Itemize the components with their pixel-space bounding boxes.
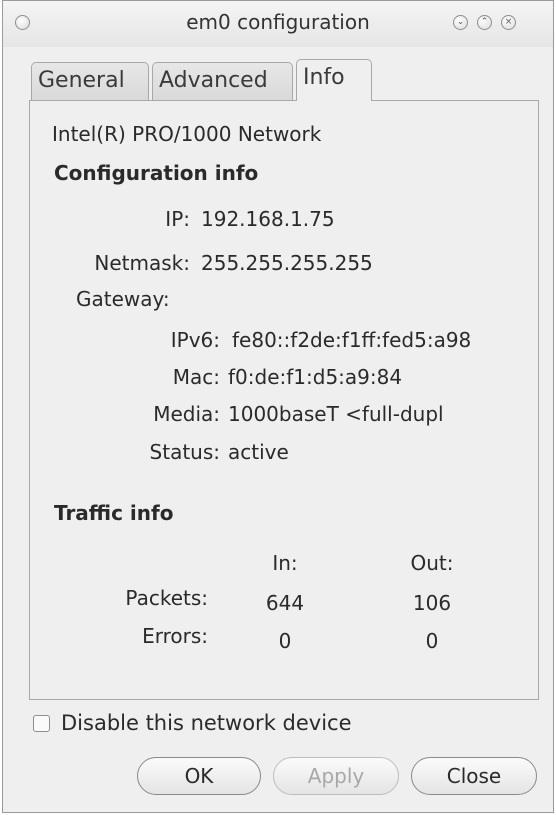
window-title: em0 configuration — [186, 10, 370, 34]
ip-label: IP: — [165, 207, 190, 231]
media-value: 1000baseT <full-dupl — [228, 402, 444, 426]
mac-label: Mac: — [172, 365, 220, 389]
info-panel: Intel(R) PRO/1000 Network Configuration … — [29, 100, 539, 700]
packets-label: Packets: — [125, 586, 208, 610]
close-button[interactable]: Close — [411, 757, 537, 795]
ip-value: 192.168.1.75 — [201, 207, 335, 231]
status-label: Status: — [149, 440, 220, 464]
disable-device-label[interactable]: Disable this network device — [61, 711, 352, 735]
errors-out-value: 0 — [425, 629, 439, 653]
apply-button[interactable]: Apply — [273, 757, 399, 795]
tab-general[interactable]: General — [31, 62, 149, 100]
in-column-header: In: — [272, 551, 298, 575]
errors-in-value: 0 — [278, 629, 292, 653]
status-value: active — [228, 440, 289, 464]
media-label: Media: — [153, 402, 220, 426]
ipv6-value: fe80::f2de:f1ff:fed5:a98 — [232, 328, 472, 352]
traffic-info-heading: Traffic info — [54, 501, 174, 525]
out-column-header: Out: — [410, 551, 454, 575]
disable-device-checkbox[interactable] — [33, 715, 50, 732]
tab-info-label: Info — [303, 65, 345, 90]
configuration-info-heading: Configuration info — [54, 161, 259, 185]
minimize-icon[interactable]: ⌄ — [453, 15, 468, 30]
device-name: Intel(R) PRO/1000 Network — [52, 122, 322, 146]
maximize-icon[interactable]: ⌃ — [477, 15, 492, 30]
packets-out-value: 106 — [412, 591, 452, 615]
title-bar: em0 configuration ⌄ ⌃ × — [3, 1, 553, 47]
packets-in-value: 644 — [265, 591, 305, 615]
gateway-label: Gateway: — [76, 287, 170, 311]
ipv6-label: IPv6: — [170, 328, 220, 352]
tab-advanced-label: Advanced — [159, 68, 268, 93]
netmask-label: Netmask: — [94, 251, 190, 275]
tab-advanced[interactable]: Advanced — [152, 62, 293, 100]
dialog-window: em0 configuration ⌄ ⌃ × General Advanced… — [2, 0, 554, 813]
tab-info[interactable]: Info — [296, 59, 372, 101]
ok-button[interactable]: OK — [137, 757, 261, 795]
netmask-value: 255.255.255.255 — [201, 251, 373, 275]
close-window-icon[interactable]: × — [501, 15, 516, 30]
errors-label: Errors: — [142, 624, 208, 648]
tab-general-label: General — [38, 68, 125, 93]
mac-value: f0:de:f1:d5:a9:84 — [228, 365, 403, 389]
